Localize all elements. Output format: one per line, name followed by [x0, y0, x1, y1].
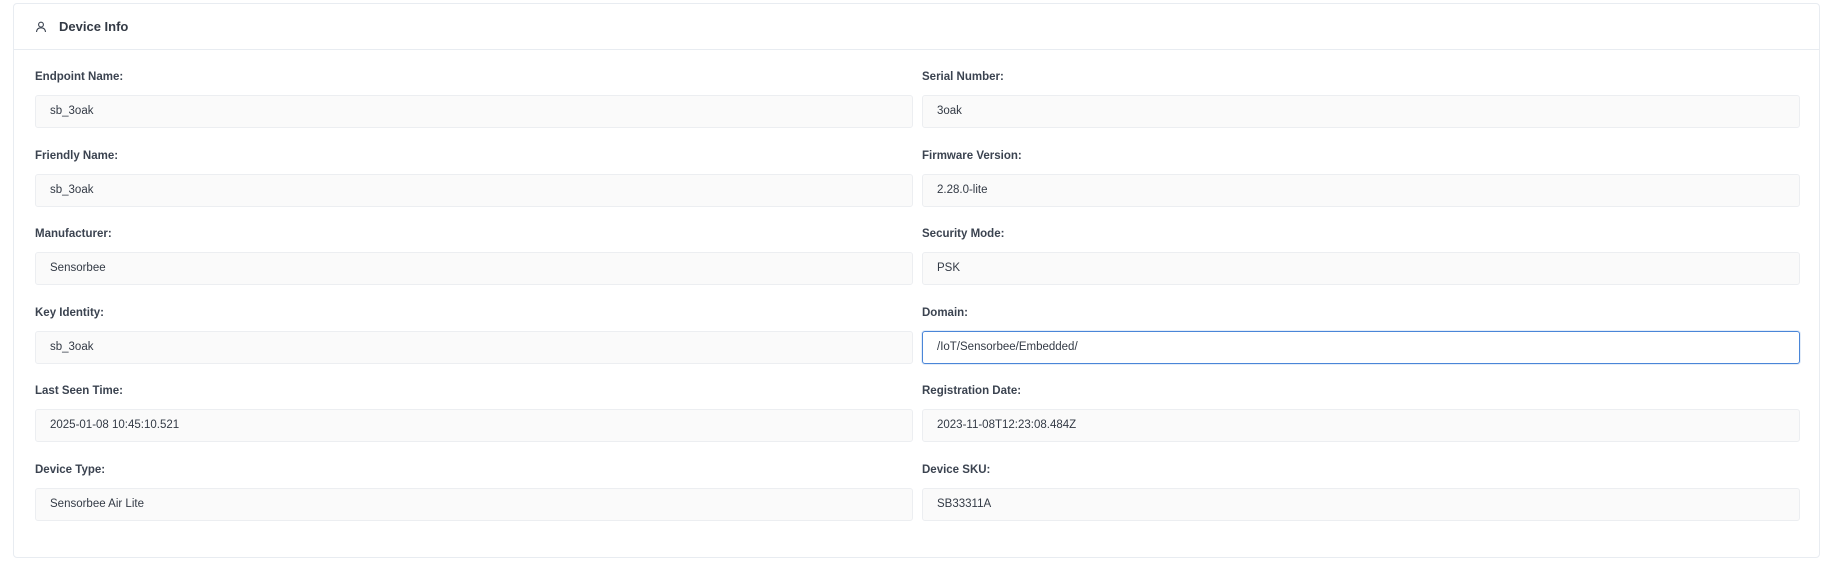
firmware-version-input[interactable]: 2.28.0-lite: [922, 173, 1800, 207]
device-info-fields: Endpoint Name: sb_3oak Serial Number: 3o…: [35, 64, 1801, 535]
field-security-mode: Security Mode: PSK: [922, 221, 1800, 300]
field-label: Manufacturer:: [35, 228, 112, 240]
field-label: Registration Date:: [922, 385, 1022, 397]
field-endpoint-name: Endpoint Name: sb_3oak: [35, 64, 913, 143]
field-label: Last Seen Time:: [35, 385, 123, 397]
field-device-type: Device Type: Sensorbee Air Lite: [35, 457, 913, 536]
field-label: Device Type:: [35, 463, 106, 476]
last-seen-time-input[interactable]: 2025-01-08 10:45:10.521: [35, 409, 913, 442]
field-label: Firmware Version:: [922, 149, 1022, 162]
field-label: Key Identity:: [35, 306, 105, 319]
friendly-name-input[interactable]: sb_3oak: [35, 173, 913, 207]
security-mode-input[interactable]: PSK: [922, 252, 1800, 285]
field-key-identity: Key Identity: sb_3oak: [35, 300, 913, 379]
manufacturer-input[interactable]: Sensorbee: [35, 252, 913, 285]
field-label: Endpoint Name:: [35, 71, 124, 83]
device-type-input[interactable]: Sensorbee Air Lite: [35, 487, 913, 521]
field-label: Security Mode:: [922, 228, 1005, 240]
field-device-sku: Device SKU: SB33311A: [922, 457, 1800, 536]
field-label: Serial Number:: [922, 71, 1004, 83]
field-domain: Domain: /IoT/Sensorbee/Embedded/: [922, 300, 1800, 379]
field-firmware-version: Firmware Version: 2.28.0-lite: [922, 143, 1800, 222]
user-icon: [34, 20, 48, 34]
device-sku-input[interactable]: SB33311A: [922, 487, 1800, 521]
endpoint-name-input[interactable]: sb_3oak: [35, 95, 913, 128]
domain-input[interactable]: /IoT/Sensorbee/Embedded/: [922, 330, 1800, 364]
field-label: Domain:: [922, 306, 968, 319]
field-label: Friendly Name:: [35, 149, 119, 162]
field-serial-number: Serial Number: 3oak: [922, 64, 1800, 143]
field-registration-date: Registration Date: 2023-11-08T12:23:08.4…: [922, 378, 1800, 457]
registration-date-input[interactable]: 2023-11-08T12:23:08.484Z: [922, 409, 1800, 442]
key-identity-input[interactable]: sb_3oak: [35, 330, 913, 364]
field-label: Device SKU:: [922, 463, 991, 476]
card-title: Device Info: [59, 19, 129, 34]
serial-number-input[interactable]: 3oak: [922, 95, 1800, 128]
field-manufacturer: Manufacturer: Sensorbee: [35, 221, 913, 300]
field-friendly-name: Friendly Name: sb_3oak: [35, 143, 913, 222]
card-header: Device Info: [14, 4, 1819, 50]
device-info-card: Device Info Endpoint Name: sb_3oak Seria…: [13, 3, 1820, 558]
field-last-seen-time: Last Seen Time: 2025-01-08 10:45:10.521: [35, 378, 913, 457]
